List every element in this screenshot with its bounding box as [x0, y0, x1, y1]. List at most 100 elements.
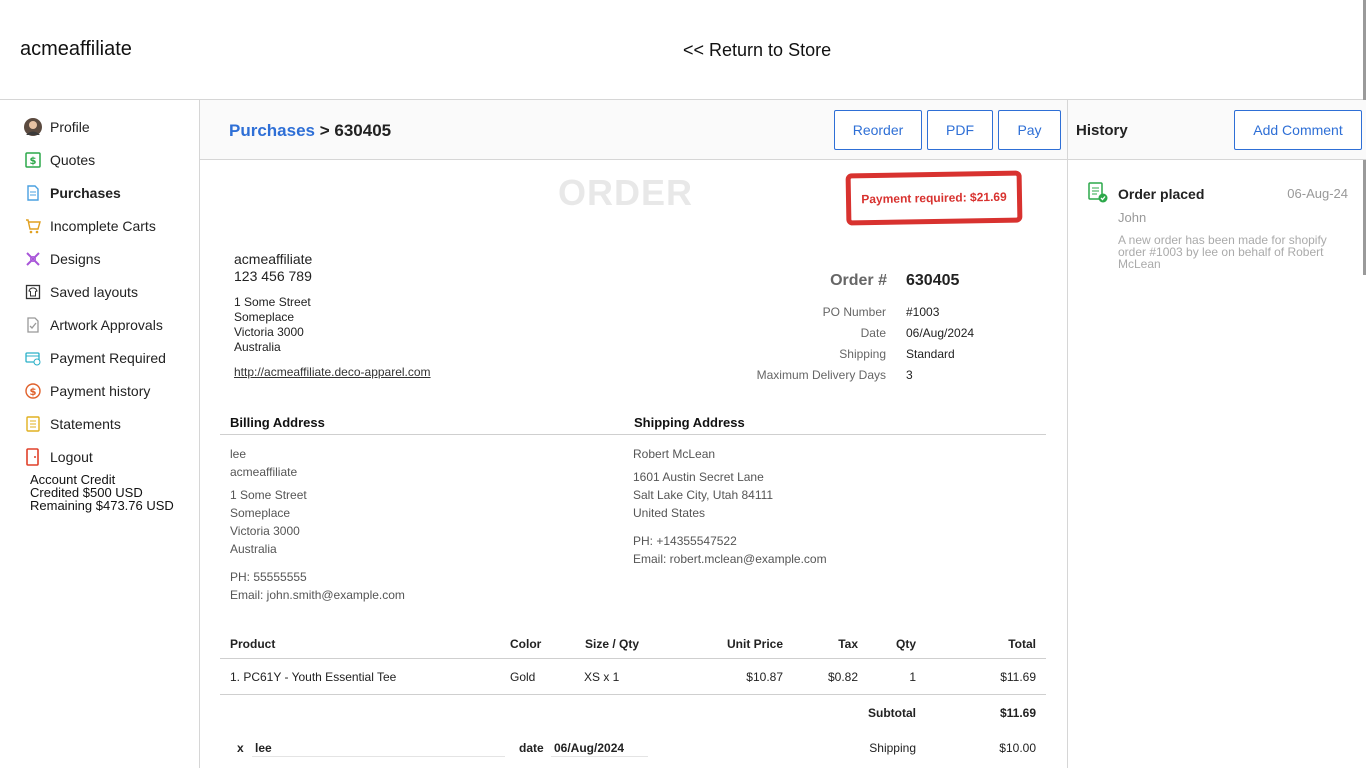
company-name: acmeaffiliate: [234, 251, 313, 267]
sidebar-item-statements[interactable]: Statements: [24, 413, 121, 435]
sidebar-item-payment-required[interactable]: Payment Required: [24, 347, 166, 369]
sidebar-item-logout[interactable]: Logout: [24, 446, 93, 468]
signature-x-label: x: [237, 741, 244, 755]
sidebar-item-label: Artwork Approvals: [50, 317, 163, 333]
po-number-label: PO Number: [822, 305, 886, 319]
history-entry-author: John: [1118, 210, 1147, 225]
return-to-store-link[interactable]: << Return to Store: [683, 40, 831, 61]
shipping-country: United States: [633, 506, 706, 520]
sidebar-item-profile[interactable]: Profile: [24, 116, 90, 138]
reorder-button[interactable]: Reorder: [834, 110, 922, 150]
main-header: Purchases > 630405 Reorder PDF Pay: [200, 100, 1067, 160]
history-title: History: [1076, 122, 1128, 139]
sidebar-item-label: Purchases: [50, 185, 121, 201]
sidebar-item-quotes[interactable]: $ Quotes: [24, 149, 95, 171]
sidebar-item-label: Quotes: [50, 152, 96, 168]
history-entry-date: 06-Aug-24: [1287, 186, 1348, 201]
logout-icon: [24, 448, 42, 466]
billing-company: acmeaffiliate: [230, 465, 298, 479]
max-delivery-days-label: Maximum Delivery Days: [756, 368, 886, 382]
shipping-method-label: Shipping: [839, 347, 886, 361]
shipping-cost-label: Shipping: [869, 741, 916, 755]
shipping-cost-value: $10.00: [999, 741, 1036, 755]
payment-required-stamp: Payment required: $21.69: [845, 170, 1023, 226]
signature-date-label: date: [519, 741, 544, 755]
sidebar-item-designs[interactable]: Designs: [24, 248, 101, 270]
shirt-icon: [24, 283, 42, 301]
sidebar-item-label: Incomplete Carts: [50, 218, 156, 234]
sidebar-item-payment-history[interactable]: $ Payment history: [24, 380, 150, 402]
account-credit: Account Credit Credited $500 USD Remaini…: [30, 473, 174, 512]
row-qty: 1: [909, 670, 916, 684]
history-entry-text: A new order has been made for shopify or…: [1118, 233, 1327, 271]
signature-name: lee: [255, 741, 272, 755]
shipping-city: Salt Lake City, Utah 84111: [633, 488, 774, 502]
max-delivery-days-value: 3: [906, 368, 913, 382]
company-street: 1 Some Street: [234, 295, 311, 309]
shipping-phone: PH: +14355547522: [633, 534, 737, 548]
billing-email: Email: john.smith@example.com: [230, 588, 405, 602]
column-header-color: Color: [510, 637, 542, 651]
company-phone: 123 456 789: [234, 268, 312, 284]
brand-name: acmeaffiliate: [20, 38, 132, 60]
sidebar-item-incomplete-carts[interactable]: Incomplete Carts: [24, 215, 156, 237]
date-label: Date: [860, 326, 886, 340]
company-url-link[interactable]: http://acmeaffiliate.deco-apparel.com: [234, 365, 431, 379]
row-product: 1. PC61Y - Youth Essential Tee: [230, 670, 397, 684]
signature-date-line: [551, 756, 648, 757]
date-value: 06/Aug/2024: [906, 326, 975, 340]
shipping-email: Email: robert.mclean@example.com: [633, 552, 827, 566]
order-heading: ORDER: [558, 172, 694, 213]
sidebar-item-label: Profile: [50, 119, 90, 135]
shipping-name: Robert McLean: [633, 447, 716, 461]
company-city: Someplace: [234, 310, 295, 324]
pay-button[interactable]: Pay: [998, 110, 1061, 150]
table-header-divider: [220, 658, 1046, 659]
sidebar-item-artwork-approvals[interactable]: Artwork Approvals: [24, 314, 163, 336]
designs-icon: [24, 250, 42, 268]
billing-street: 1 Some Street: [230, 488, 307, 502]
avatar: [24, 118, 42, 136]
subtotal-label: Subtotal: [868, 706, 916, 720]
order-number-label: Order #: [830, 272, 887, 289]
sidebar-item-purchases[interactable]: Purchases: [24, 182, 121, 204]
breadcrumb-separator: >: [315, 121, 335, 140]
dollar-icon: $: [24, 151, 42, 169]
approval-icon: [24, 316, 42, 334]
row-color: Gold: [510, 670, 536, 684]
cart-icon: [24, 217, 42, 235]
billing-name: lee: [230, 447, 247, 461]
row-size: XS x 1: [584, 670, 620, 684]
order-placed-icon: [1088, 182, 1108, 209]
svg-text:$: $: [30, 387, 37, 398]
billing-address-heading: Billing Address: [230, 415, 325, 430]
billing-country: Australia: [230, 542, 277, 556]
breadcrumb-order-id: 630405: [334, 121, 392, 140]
statement-icon: [24, 415, 42, 433]
breadcrumb: Purchases > 630405: [229, 121, 391, 141]
billing-phone: PH: 55555555: [230, 570, 307, 584]
add-comment-button[interactable]: Add Comment: [1234, 110, 1362, 150]
account-credit-remaining: Remaining $473.76 USD: [30, 498, 174, 513]
pdf-button[interactable]: PDF: [927, 110, 993, 150]
shipping-street: 1601 Austin Secret Lane: [633, 470, 764, 484]
breadcrumb-purchases-link[interactable]: Purchases: [229, 121, 315, 140]
top-bar: acmeaffiliate << Return to Store: [0, 0, 1366, 100]
column-header-tax: Tax: [838, 637, 858, 651]
coin-icon: $: [24, 382, 42, 400]
signature-line: [252, 756, 505, 757]
column-header-unit-price: Unit Price: [726, 637, 783, 651]
sidebar-item-label: Statements: [50, 416, 121, 432]
column-header-size: Size / Qty: [585, 637, 640, 651]
shipping-method-value: Standard: [906, 347, 955, 361]
sidebar: Profile $ Quotes Purchases Incomplete Ca…: [0, 100, 200, 768]
history-entry-title: Order placed: [1118, 186, 1205, 202]
sidebar-item-saved-layouts[interactable]: Saved layouts: [24, 281, 138, 303]
subtotal-value: $11.69: [999, 706, 1036, 720]
sidebar-item-label: Designs: [50, 251, 101, 267]
order-number-value: 630405: [906, 272, 960, 289]
column-header-total: Total: [1008, 637, 1036, 651]
shipping-address-heading: Shipping Address: [634, 415, 745, 430]
payment-icon: [24, 349, 42, 367]
company-state: Victoria 3000: [234, 325, 304, 339]
